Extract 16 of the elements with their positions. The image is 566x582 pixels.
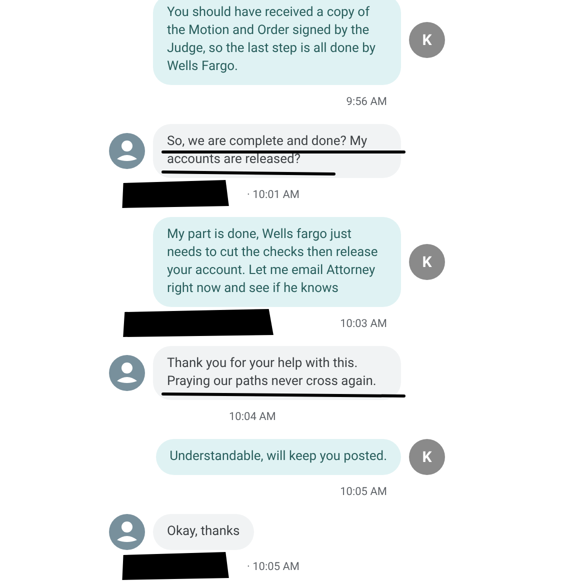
message-bubble: Okay, thanks — [153, 514, 254, 550]
message-time: · 10:01 AM — [247, 188, 300, 200]
contact-avatar: K — [409, 439, 445, 475]
contact-avatar: K — [409, 244, 445, 280]
message-bubble: My part is done, Wells fargo just needs to cut the checks then release your account. Let me email Attorney right now and see if he knows — [153, 217, 401, 307]
message-time: 10:05 AM — [340, 484, 387, 498]
message-bubble: You should have received a copy of the Motion and Order signed by the Judge, so the last step is all done by Wells Fargo. — [153, 0, 401, 85]
message-time: 10:04 AM — [229, 410, 276, 422]
person-avatar-icon — [109, 133, 145, 169]
person-avatar-icon — [109, 514, 145, 550]
message-bubble: Understandable, will keep you posted. — [156, 439, 401, 475]
contact-avatar: K — [409, 22, 445, 58]
message-time: 9:56 AM — [346, 94, 387, 108]
message-time: 10:03 AM — [340, 316, 387, 330]
message-time: · 10:05 AM — [247, 560, 300, 572]
person-avatar-icon — [109, 355, 145, 391]
